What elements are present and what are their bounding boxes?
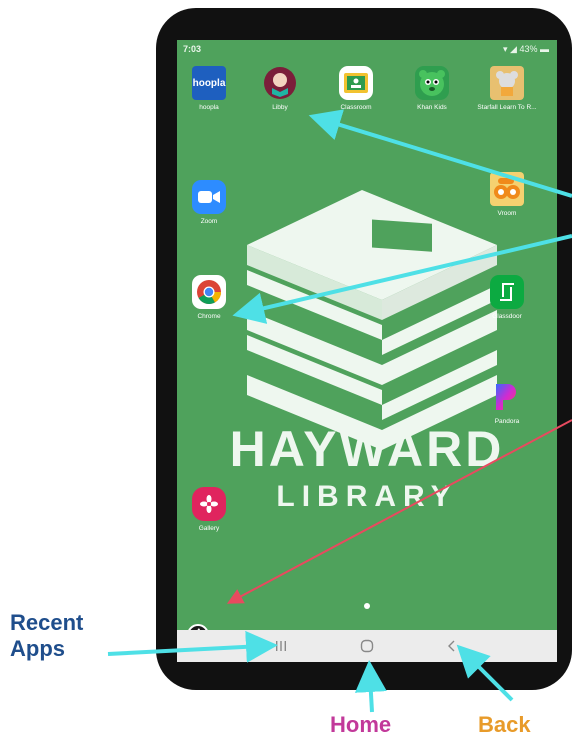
callout-recent-apps: Recent Apps — [10, 610, 120, 662]
arrow-to-chrome — [232, 234, 572, 324]
callout-recent-text: Recent Apps — [10, 610, 84, 661]
arrow-to-info — [226, 419, 572, 604]
callout-back: Back — [478, 712, 531, 737]
arrow-to-home — [354, 660, 387, 713]
arrow-to-back — [456, 644, 514, 702]
callout-home: Home — [330, 712, 392, 737]
arrow-to-recent-apps — [107, 630, 278, 663]
arrow-to-libby — [308, 109, 572, 198]
